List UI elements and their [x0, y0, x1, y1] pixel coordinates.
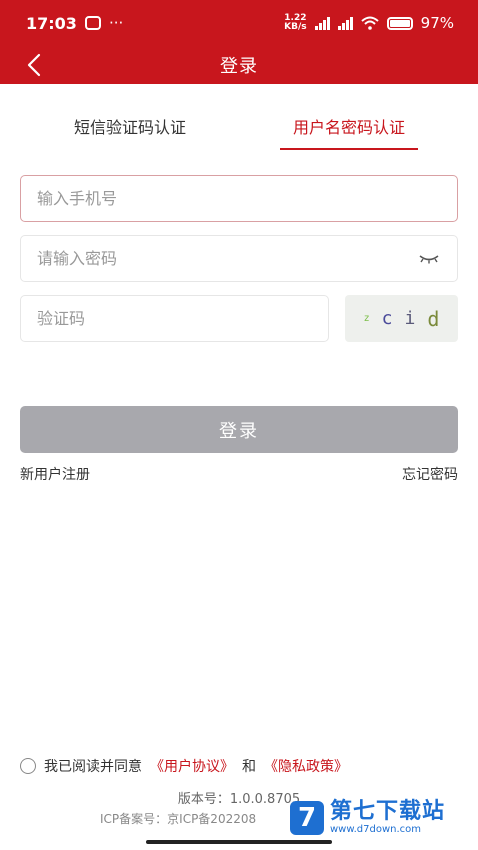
- back-button[interactable]: [16, 48, 52, 82]
- watermark-title: 第七下载站: [330, 799, 446, 824]
- battery-icon: [386, 16, 413, 30]
- forgot-password-link[interactable]: 忘记密码: [402, 464, 458, 484]
- notification-icon: [84, 16, 101, 30]
- signal-icon: [314, 16, 330, 30]
- phone-field: [20, 175, 458, 222]
- watermark-url: www.d7down.com: [330, 824, 422, 835]
- captcha-char: z: [363, 313, 370, 324]
- code-field: [20, 295, 329, 342]
- network-speed-unit: KB/s: [284, 22, 307, 32]
- tab-username-password[interactable]: 用户名密码认证: [274, 100, 424, 152]
- auth-tabs: 短信验证码认证 用户名密码认证: [0, 100, 478, 152]
- more-notifications-icon: ···: [108, 14, 124, 32]
- tab-sms-verification[interactable]: 短信验证码认证: [50, 100, 210, 152]
- home-indicator[interactable]: [146, 840, 332, 844]
- privacy-policy-link[interactable]: 《隐私政策》: [264, 756, 348, 776]
- captcha-char: i: [404, 308, 416, 329]
- watermark-text: 第七下载站 www.d7down.com: [330, 799, 446, 836]
- agreement-prefix: 我已阅读并同意: [44, 759, 142, 775]
- status-right: 1.22 KB/s 97%: [284, 14, 454, 33]
- phone-input[interactable]: [37, 189, 441, 208]
- password-field: [20, 235, 458, 282]
- account-links: 新用户注册 忘记密码: [20, 464, 458, 484]
- network-speed: 1.22 KB/s: [284, 14, 306, 32]
- page-title: 登录: [220, 56, 258, 77]
- status-time: 17:03: [26, 13, 77, 33]
- captcha-image[interactable]: z c i d: [345, 295, 458, 342]
- status-left: 17:03 ···: [26, 14, 123, 33]
- login-button[interactable]: 登录: [20, 406, 458, 453]
- wifi-icon: [360, 16, 379, 30]
- eye-closed-icon: [419, 254, 439, 263]
- watermark: 7 第七下载站 www.d7down.com: [290, 800, 445, 835]
- icp-text: ICP备案号：京ICP备202208: [100, 812, 257, 826]
- signal-icon-2: [337, 16, 353, 30]
- captcha-char: d: [427, 306, 440, 331]
- app-header: 17:03 ··· 1.22 KB/s 97% 登录: [0, 0, 478, 84]
- battery-percent: 97%: [420, 14, 454, 32]
- password-input[interactable]: [37, 249, 417, 268]
- nav-bar: 登录: [0, 46, 478, 84]
- captcha-char: c: [381, 308, 393, 329]
- status-bar: 17:03 ··· 1.22 KB/s 97%: [0, 0, 478, 46]
- chevron-left-icon: [27, 53, 41, 77]
- register-link[interactable]: 新用户注册: [20, 464, 90, 484]
- watermark-logo: 7: [290, 800, 324, 835]
- agreement-checkbox[interactable]: [20, 758, 36, 774]
- code-input[interactable]: [37, 309, 312, 328]
- toggle-password-visibility[interactable]: [417, 249, 441, 269]
- user-agreement-link[interactable]: 《用户协议》: [150, 756, 234, 776]
- agreement-and: 和: [242, 759, 256, 775]
- agreement-row: 我已阅读并同意 《用户协议》 和 《隐私政策》: [20, 756, 348, 776]
